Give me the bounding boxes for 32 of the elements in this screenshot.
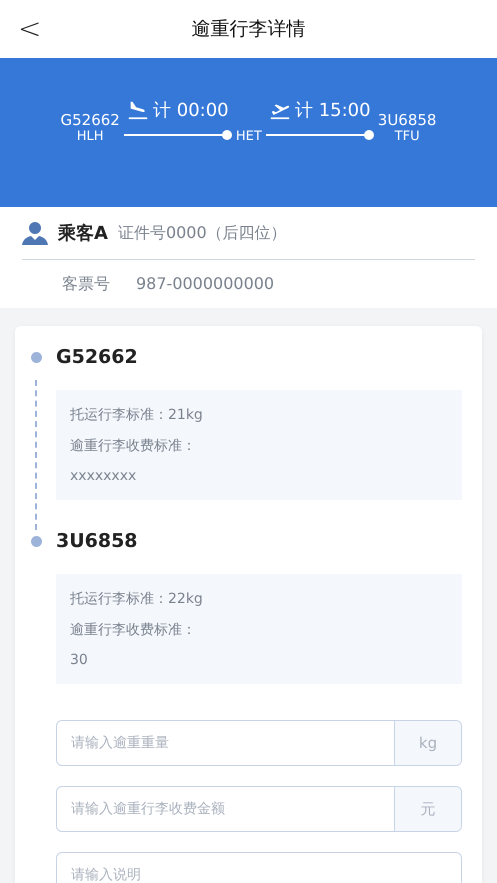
flight-number: G52662 <box>60 111 120 129</box>
info-text: xxxxxxxx <box>70 468 138 484</box>
landing-plane-icon <box>127 99 150 121</box>
person-icon <box>22 221 48 245</box>
info-text: 托运行李标准：22kg <box>70 590 204 608</box>
info-text: 逾重行李收费标准： <box>70 437 197 455</box>
input-group[interactable]: 请输入逾重行李收费金额 元 <box>56 786 462 832</box>
info-text: 30 <box>70 652 89 668</box>
timeline-dot <box>31 352 42 362</box>
page-title: 逾重行李详情 <box>192 17 306 42</box>
flight-number: 3U6858 <box>378 111 436 129</box>
departure-time: 计 00:00 <box>153 99 229 122</box>
timeline-dot <box>31 536 42 546</box>
airport-code: HET <box>236 129 262 144</box>
ticket-number: 987-0000000000 <box>136 274 274 295</box>
back-button[interactable]: < <box>18 12 42 45</box>
id-number: 证件号0000（后四位） <box>118 222 287 244</box>
segment-flight: G52662 <box>56 346 138 368</box>
input-field[interactable]: 请输入逾重重量 <box>57 721 394 765</box>
unit-label: 元 <box>394 787 461 831</box>
input-field[interactable]: 请输入逾重行李收费金额 <box>57 787 394 831</box>
unit-label: kg <box>394 721 461 765</box>
info-text: 托运行李标准：21kg <box>70 406 204 424</box>
input-field[interactable]: 请输入说明 <box>57 853 461 883</box>
passenger-name: 乘客A <box>58 222 108 245</box>
input-group[interactable]: 请输入逾重重量 kg <box>56 720 462 766</box>
ticket-label: 客票号 <box>62 274 110 295</box>
airport-code: HLH <box>76 129 104 144</box>
arrival-time: 计 15:00 <box>294 99 371 122</box>
airport-code: TFU <box>394 129 420 144</box>
segment-flight: 3U6858 <box>56 530 138 552</box>
info-text: 逾重行李收费标准： <box>70 621 197 639</box>
